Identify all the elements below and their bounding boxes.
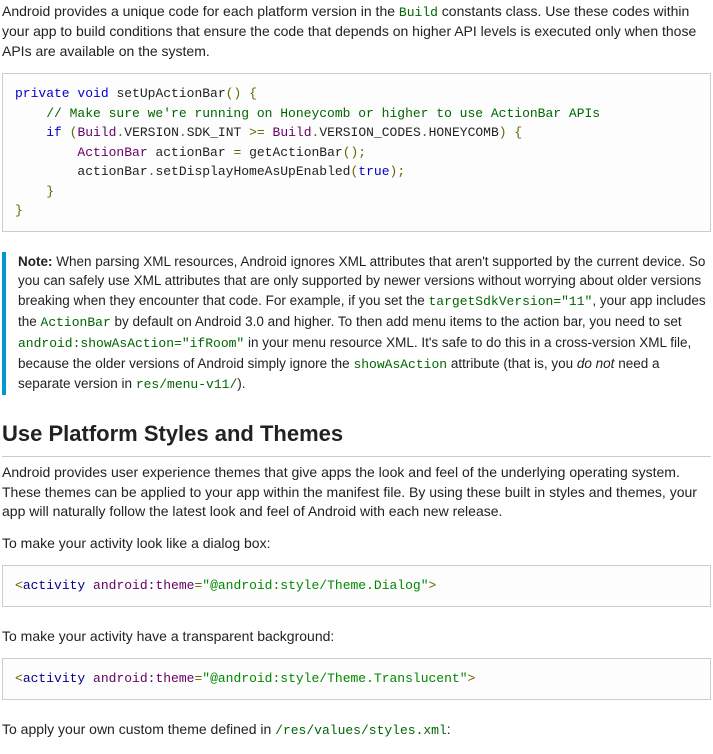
code-theme-translucent: <activity android:theme="@android:style/… <box>2 658 711 700</box>
note-box: Note: When parsing XML resources, Androi… <box>2 252 711 395</box>
translucent-intro: To make your activity have a transparent… <box>2 627 711 647</box>
note-code-showasaction: android:showAsAction="ifRoom" <box>18 336 244 351</box>
dialog-intro: To make your activity look like a dialog… <box>2 534 711 554</box>
note-emphasis: do not <box>577 356 615 371</box>
heading-styles-themes: Use Platform Styles and Themes <box>2 419 711 457</box>
note-code-resmenu: res/menu-v11/ <box>136 377 237 392</box>
note-label: Note: <box>18 254 53 269</box>
intro-paragraph: Android provides a unique code for each … <box>2 2 711 61</box>
note-code-showasaction-attr: showAsAction <box>353 357 447 372</box>
build-code: Build <box>399 5 438 20</box>
styles-xml-path: /res/values/styles.xml <box>275 723 447 738</box>
intro-text-pre: Android provides a unique code for each … <box>2 3 399 19</box>
custom-theme-intro: To apply your own custom theme defined i… <box>2 720 711 740</box>
note-code-actionbar: ActionBar <box>41 315 111 330</box>
code-setup-actionbar: private void setUpActionBar() { // Make … <box>2 73 711 232</box>
themes-paragraph: Android provides user experience themes … <box>2 463 711 522</box>
code-theme-dialog: <activity android:theme="@android:style/… <box>2 565 711 607</box>
note-code-targetsdk: targetSdkVersion="11" <box>429 294 593 309</box>
